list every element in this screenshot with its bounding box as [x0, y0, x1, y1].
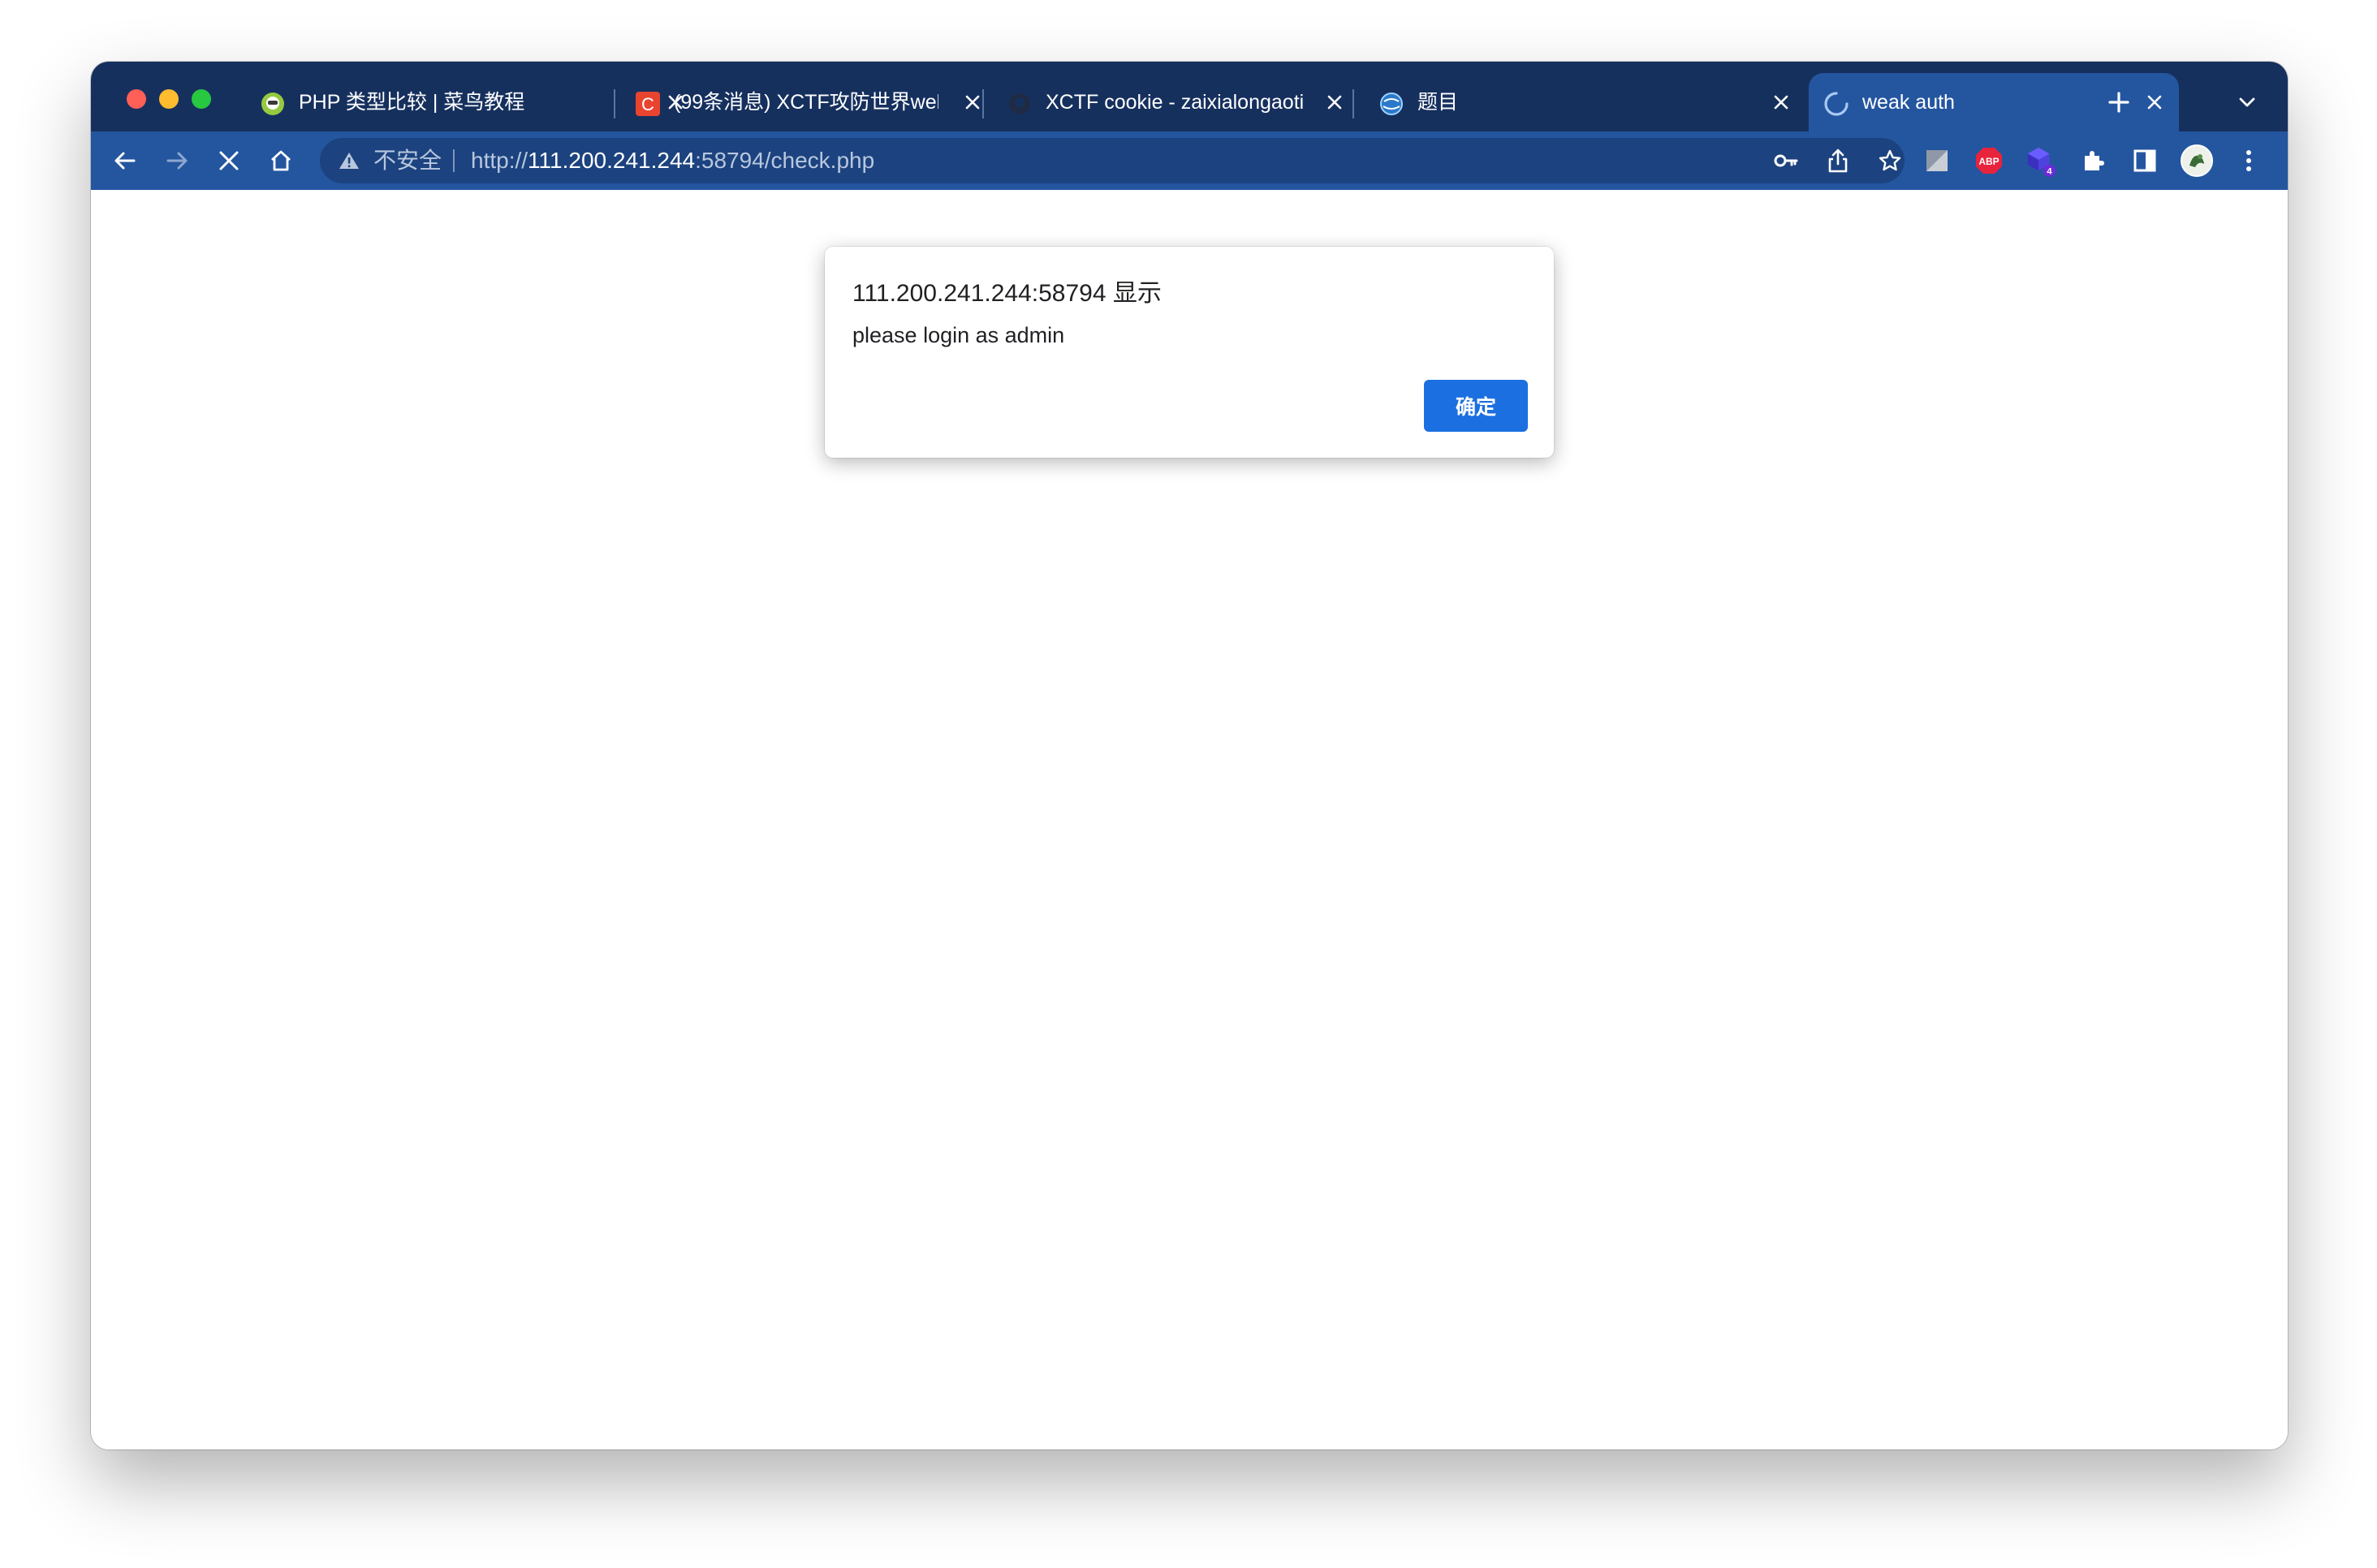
tab-close-icon[interactable]	[2142, 89, 2168, 115]
tab-timu[interactable]: 题目	[1364, 73, 1805, 131]
svg-text:C: C	[641, 94, 654, 114]
puzzle-icon	[2085, 151, 2104, 170]
dialog-message: please login as admin	[852, 323, 1065, 347]
tab-title: weak auth	[1862, 91, 1955, 114]
close-window-button[interactable]	[127, 89, 146, 109]
tab-title: 题目	[1417, 91, 1459, 114]
close-icon	[219, 151, 239, 170]
avatar	[2181, 144, 2213, 177]
arrow-right-icon	[166, 152, 188, 170]
new-tab-button[interactable]	[2103, 86, 2135, 118]
tab-close-icon[interactable]	[1768, 89, 1794, 115]
security-label[interactable]: 不安全	[373, 138, 442, 183]
kebab-menu-icon	[2246, 150, 2251, 171]
abp-label: ABP	[1978, 156, 1999, 167]
csdn-icon: C	[635, 91, 661, 117]
maximize-window-button[interactable]	[192, 89, 211, 109]
extension-gray-button[interactable]	[1921, 144, 1953, 177]
arrow-left-icon	[114, 152, 136, 170]
tab-separator	[614, 89, 615, 118]
tab-separator	[1352, 89, 1354, 118]
runoob-icon	[260, 91, 286, 117]
page-content: 111.200.241.244:58794 显示 please login as…	[91, 190, 2288, 1450]
key-icon[interactable]	[1773, 148, 1799, 174]
tab-title: PHP 类型比较 | 菜鸟教程	[299, 91, 525, 114]
github-icon	[1007, 91, 1033, 117]
stop-loading-button[interactable]	[213, 144, 245, 177]
adblock-plus-button[interactable]: ABP	[1973, 144, 2005, 177]
globe-icon	[1378, 91, 1404, 117]
url-host: 111.200.241.244	[528, 148, 696, 173]
adblock-icon: ABP	[1976, 148, 2002, 174]
extension-square-icon	[1926, 150, 1948, 171]
back-button[interactable]	[109, 144, 141, 177]
minimize-window-button[interactable]	[159, 89, 179, 109]
home-icon	[271, 150, 291, 171]
address-bar[interactable]: 不安全 http://111.200.241.244:58794/check.p…	[320, 138, 1905, 183]
url-path: :58794/check.php	[695, 148, 875, 173]
url-scheme: http://	[471, 148, 528, 173]
tab-title: (99条消息) XCTF攻防世界web	[674, 91, 938, 114]
browser-menu-button[interactable]	[2232, 144, 2265, 177]
profile-avatar-button[interactable]	[2181, 144, 2213, 177]
side-panel-icon	[2133, 149, 2156, 172]
home-button[interactable]	[265, 144, 297, 177]
loading-spinner-icon	[1823, 91, 1849, 117]
browser-window: PHP 类型比较 | 菜鸟教程 C (99条消息) XCTF攻防世界web XC…	[91, 62, 2288, 1450]
cube-icon: 4	[2027, 147, 2056, 177]
browser-toolbar: 不安全 http://111.200.241.244:58794/check.p…	[91, 131, 2288, 190]
extension-cube-button[interactable]: 4	[2025, 144, 2057, 177]
extensions-menu-button[interactable]	[2077, 144, 2109, 177]
warning-icon[interactable]	[336, 148, 362, 174]
bookmark-star-icon[interactable]	[1877, 148, 1903, 174]
forward-button[interactable]	[161, 144, 193, 177]
side-panel-button[interactable]	[2129, 144, 2161, 177]
dialog-title: 111.200.241.244:58794 显示	[852, 280, 1162, 307]
extension-badge: 4	[2047, 167, 2052, 177]
tab-search-button[interactable]	[2234, 89, 2260, 115]
share-icon[interactable]	[1825, 148, 1851, 174]
plus-icon	[2108, 92, 2129, 113]
url-text[interactable]: http://111.200.241.244:58794/check.php	[471, 138, 874, 183]
chevron-down-icon	[2239, 97, 2255, 107]
tab-title: XCTF cookie - zaixialongaoti	[1046, 91, 1305, 114]
tab-strip: PHP 类型比较 | 菜鸟教程 C (99条消息) XCTF攻防世界web XC…	[91, 62, 2288, 131]
ok-button[interactable]: 确定	[1424, 380, 1528, 432]
tab-separator	[982, 89, 984, 118]
alert-dialog: 111.200.241.244:58794 显示 please login as…	[825, 247, 1554, 458]
tab-close-icon[interactable]	[1322, 89, 1348, 115]
address-divider	[453, 149, 455, 172]
